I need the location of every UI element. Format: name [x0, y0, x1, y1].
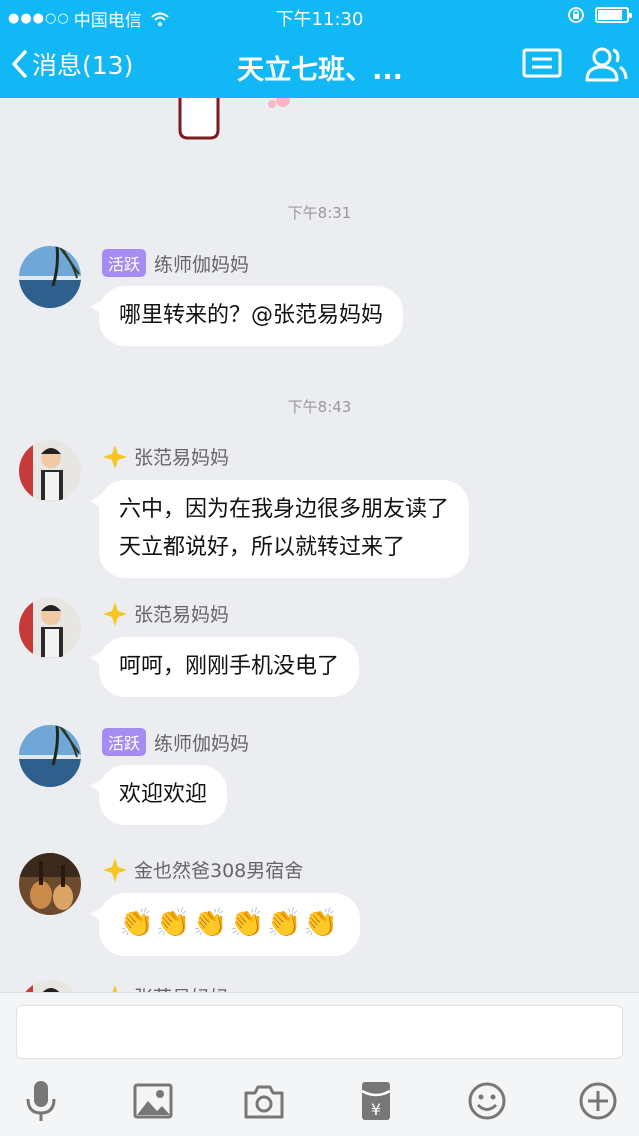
- back-label: 消息(13): [32, 51, 134, 80]
- image-icon: [133, 1083, 173, 1119]
- sender-name: 张范易妈妈: [134, 447, 230, 469]
- status-bar: ●●●○○ 中国电信 下午11:30: [0, 0, 639, 32]
- message-input[interactable]: [16, 1005, 623, 1059]
- sticker-image: [178, 98, 290, 140]
- avatar[interactable]: [19, 725, 81, 787]
- active-badge: 活跃: [102, 728, 147, 756]
- plus-icon: [579, 1082, 617, 1120]
- timestamp: 下午8:31: [287, 204, 352, 222]
- message-bubble[interactable]: 哪里转来的？@张范易妈妈: [89, 286, 404, 346]
- chevron-left-icon: [12, 50, 27, 78]
- clapping-emoji: 👏: [192, 906, 228, 939]
- people-icon: [585, 47, 628, 82]
- red-packet-icon: ¥: [361, 1082, 391, 1120]
- sender-line: 张范易妈妈: [102, 443, 229, 470]
- avatar[interactable]: [19, 980, 81, 992]
- active-badge: 活跃: [102, 249, 147, 277]
- group-card-button[interactable]: [522, 46, 562, 84]
- clapping-emoji: 👏: [155, 906, 191, 939]
- message-text: 哪里转来的？@张范易妈妈: [119, 303, 384, 328]
- more-button[interactable]: [576, 1079, 620, 1123]
- star-icon: [103, 857, 127, 882]
- message-text: 欢迎欢迎: [119, 782, 208, 807]
- image-button[interactable]: [131, 1079, 175, 1123]
- red-packet-button[interactable]: ¥: [354, 1079, 398, 1123]
- sender-name: 金也然爸308男宿舍: [134, 860, 304, 882]
- avatar[interactable]: [19, 440, 81, 502]
- microphone-icon: [26, 1081, 56, 1121]
- chat-title: 天立七班、...: [237, 55, 403, 86]
- sender-name: 练师伽妈妈: [154, 732, 250, 755]
- sender-name: 张范易妈妈: [134, 604, 230, 626]
- input-toolbar: ¥: [0, 1073, 639, 1136]
- sender-line: 金也然爸308男宿舍: [102, 856, 303, 883]
- emoji-button[interactable]: [465, 1079, 509, 1123]
- sender-line: 张范易妈妈: [102, 600, 229, 627]
- status-time: 下午11:30: [275, 9, 364, 30]
- message-bubble[interactable]: 欢迎欢迎: [89, 765, 228, 825]
- sender-name: 练师伽妈妈: [154, 253, 250, 276]
- emoji-icon: [468, 1082, 506, 1120]
- svg-text:¥: ¥: [371, 1100, 381, 1119]
- nav-bar: 消息(13) 天立七班、...: [0, 32, 639, 98]
- message-bubble[interactable]: 呵呵，刚刚手机没电了: [89, 637, 360, 697]
- sender-line: 活跃 练师伽妈妈: [102, 728, 249, 756]
- message-bubble[interactable]: 六中，因为在我身边很多朋友读了 天立都说好，所以就转过来了: [89, 480, 470, 578]
- back-button[interactable]: 消息(13): [10, 46, 133, 82]
- star-icon: [103, 601, 127, 626]
- message-text-line: 六中，因为在我身边很多朋友读了: [119, 497, 450, 522]
- avatar[interactable]: [19, 597, 81, 659]
- clapping-emoji: 👏: [303, 906, 339, 939]
- input-area: ¥: [0, 992, 639, 1136]
- top-bar: ●●●○○ 中国电信 下午11:30 消息(13) 天立七班、...: [0, 0, 639, 98]
- sender-line: 活跃 练师伽妈妈: [102, 249, 249, 277]
- orientation-lock-icon: [568, 7, 584, 23]
- camera-button[interactable]: [242, 1079, 286, 1123]
- battery-icon: [595, 7, 632, 23]
- message-text-line: 天立都说好，所以就转过来了: [119, 535, 406, 560]
- id-card-icon: [522, 48, 562, 78]
- message-bubble[interactable]: 👏👏👏👏👏👏: [89, 893, 361, 956]
- chat-area[interactable]: 下午8:31 活跃 练师伽妈妈 哪里转来的？@张范易妈妈 下午8:43 张范易妈…: [0, 98, 639, 992]
- camera-icon: [244, 1085, 284, 1119]
- timestamp: 下午8:43: [287, 398, 352, 416]
- clapping-emoji: 👏: [266, 906, 302, 939]
- avatar[interactable]: [19, 853, 81, 915]
- avatar[interactable]: [19, 246, 81, 308]
- sender-name: 张范易妈妈: [134, 983, 229, 992]
- group-members-button[interactable]: [584, 46, 628, 86]
- message-text: 呵呵，刚刚手机没电了: [119, 654, 340, 679]
- clapping-emoji: 👏: [119, 906, 154, 939]
- clapping-emoji: 👏: [229, 906, 265, 939]
- star-icon: [112, 984, 118, 992]
- voice-button[interactable]: [19, 1079, 63, 1123]
- star-icon: [103, 444, 127, 469]
- sender-line: 张范易妈妈: [102, 983, 229, 992]
